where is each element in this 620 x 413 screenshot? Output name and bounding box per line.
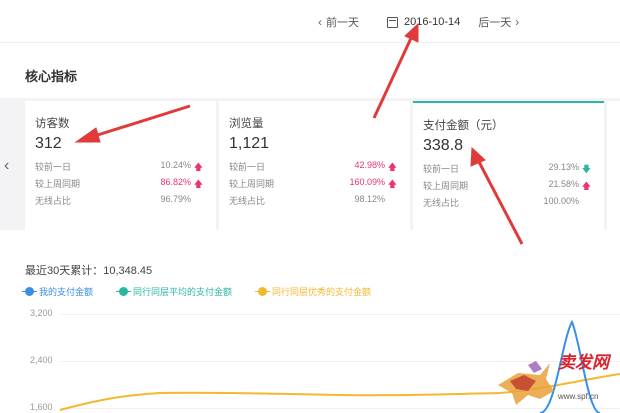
card-title: 访客数 (35, 118, 70, 130)
date-navigator: ‹ 前一天 2016-10-14 后一天 › (314, 14, 523, 30)
card-row: 较前一日 10.24% 🡅 (35, 160, 205, 174)
card-row: 无线占比 96.79% (35, 194, 205, 208)
prev-day-button[interactable]: ‹ 前一天 (314, 14, 359, 30)
trend-up-icon: 🡅 (387, 179, 397, 189)
trend-up-icon: 🡅 (193, 162, 203, 172)
legend-item[interactable]: 我的支付金额 (22, 285, 94, 298)
trend-up-icon: 🡅 (193, 179, 203, 189)
section-header (0, 42, 620, 100)
row-value: 42.98% (354, 160, 385, 170)
legend-label: 同行同层优秀的支付金额 (272, 287, 372, 297)
legend-label: 同行同层平均的支付金额 (133, 287, 233, 297)
row-value: 10.24% (160, 160, 191, 170)
next-day-label: 后一天 (478, 17, 512, 29)
card-row: 无线占比 100.00% (423, 196, 593, 210)
card-title: 浏览量 (229, 118, 264, 130)
row-label: 较上周同期 (423, 181, 469, 191)
card-value: 312 (35, 135, 62, 152)
row-value: 100.00% (543, 196, 579, 206)
legend-marker (116, 287, 132, 296)
row-value: 96.79% (160, 194, 191, 204)
metric-card-partial[interactable] (607, 101, 620, 230)
chevron-left-icon: ‹ (318, 15, 322, 29)
top-bar: ‹ 前一天 2016-10-14 后一天 › (0, 0, 620, 42)
row-label: 较上周同期 (229, 179, 275, 189)
row-label: 无线占比 (229, 196, 266, 206)
metric-card-payment[interactable]: 支付金额（元） 338.8 较前一日 29.13% 🡇 较上周同期 21.58%… (413, 101, 604, 230)
legend-marker (22, 287, 37, 296)
card-row: 较上周同期 160.09% 🡅 (229, 177, 399, 191)
row-value: 29.13% (548, 162, 579, 172)
section-title: 核心指标 (25, 69, 78, 84)
legend-item[interactable]: 同行同层平均的支付金额 (116, 285, 233, 298)
card-row: 较前一日 42.98% 🡅 (229, 160, 399, 174)
card-title: 支付金额（元） (423, 120, 504, 132)
card-row: 无线占比 98.12% (229, 194, 399, 208)
card-value: 338.8 (423, 137, 464, 154)
trend-up-icon: 🡅 (387, 162, 397, 172)
chevron-right-icon: › (515, 15, 520, 29)
row-value: 98.12% (354, 194, 385, 204)
metric-card-visitors[interactable]: 访客数 312 较前一日 10.24% 🡅 较上周同期 86.82% 🡅 无线占… (25, 101, 216, 230)
current-date[interactable]: 2016-10-14 (404, 16, 460, 28)
row-label: 较前一日 (35, 162, 72, 172)
row-label: 无线占比 (35, 196, 72, 206)
row-value: 21.58% (548, 179, 579, 189)
row-label: 较前一日 (229, 162, 266, 172)
card-row: 较上周同期 86.82% 🡅 (35, 177, 205, 191)
card-row: 较上周同期 21.58% 🡅 (423, 179, 593, 193)
carousel-prev-icon[interactable]: ‹ (4, 157, 9, 175)
row-value: 86.82% (160, 177, 191, 187)
card-value: 1,121 (229, 135, 270, 152)
legend-label: 我的支付金额 (39, 287, 94, 297)
chart-legend: 我的支付金额 同行同层平均的支付金额 同行同层优秀的支付金额 (22, 285, 397, 298)
legend-marker (255, 287, 271, 296)
next-day-button[interactable]: 后一天 › (478, 14, 523, 30)
row-label: 较前一日 (423, 164, 460, 174)
watermark-text: 卖发网 (558, 353, 609, 372)
row-label: 无线占比 (423, 198, 460, 208)
cumulative-summary: 最近30天累计：10,348.45 (25, 265, 153, 277)
prev-day-label: 前一天 (326, 17, 359, 29)
row-value: 160.09% (349, 177, 385, 187)
watermark-url: www.spf.cn (558, 392, 599, 401)
calendar-icon[interactable] (387, 16, 398, 28)
row-label: 较上周同期 (35, 179, 81, 189)
card-row: 较前一日 29.13% 🡇 (423, 162, 593, 176)
legend-item[interactable]: 同行同层优秀的支付金额 (255, 285, 372, 298)
trend-down-icon: 🡇 (581, 164, 591, 174)
metric-card-pageviews[interactable]: 浏览量 1,121 较前一日 42.98% 🡅 较上周同期 160.09% 🡅 … (219, 101, 410, 230)
trend-up-icon: 🡅 (581, 181, 591, 191)
